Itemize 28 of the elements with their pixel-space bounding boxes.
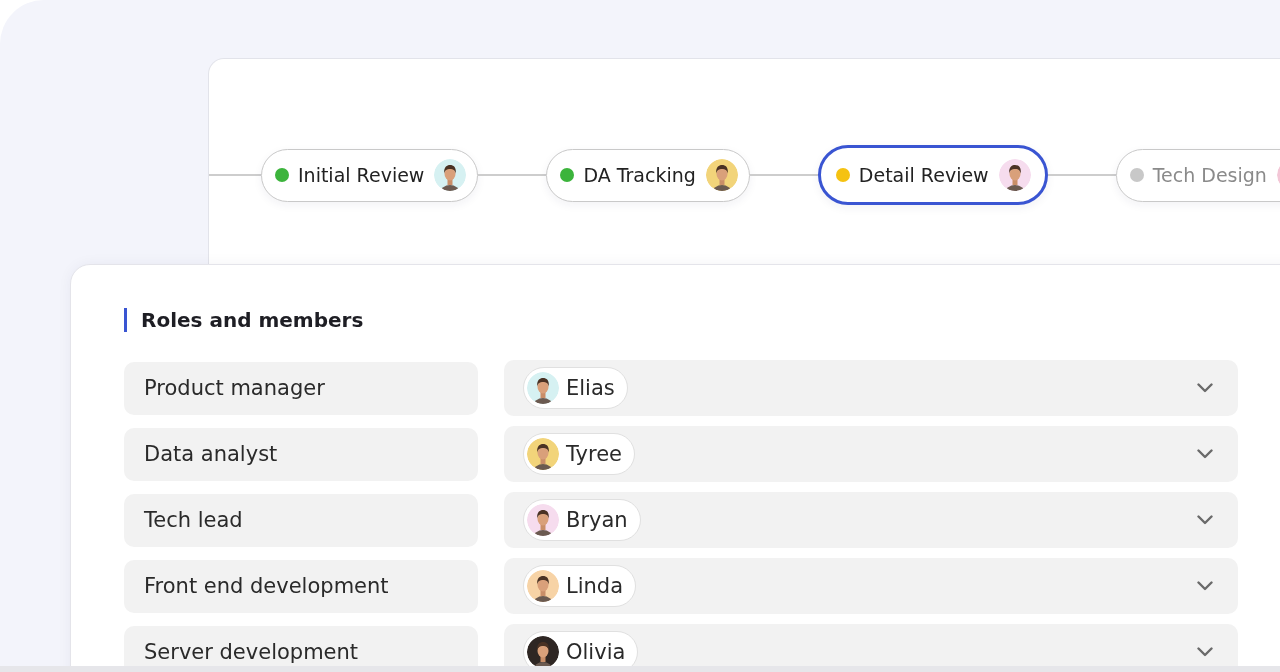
- chevron-down-icon: [1197, 449, 1213, 459]
- member-select[interactable]: Tyree: [504, 426, 1238, 482]
- flow-step[interactable]: Initial Review: [261, 148, 479, 202]
- connector-line: [1047, 174, 1116, 176]
- flow-step[interactable]: DA Tracking: [546, 148, 750, 202]
- role-label: Product manager: [124, 361, 478, 415]
- member-name: Linda: [566, 573, 624, 599]
- member-name: Bryan: [566, 507, 628, 533]
- flow-step[interactable]: Detail Review: [817, 145, 1048, 205]
- chevron-down-icon: [1197, 647, 1213, 657]
- chevron-down-icon: [1197, 515, 1213, 525]
- role-label: Server development: [124, 625, 478, 666]
- connector-line: [478, 174, 547, 176]
- member-select[interactable]: Bryan: [504, 492, 1238, 548]
- member-select[interactable]: Elias: [504, 360, 1238, 416]
- member-name: Elias: [566, 375, 615, 401]
- chevron-down-icon: [1197, 581, 1213, 591]
- member-select[interactable]: Olivia: [504, 624, 1238, 666]
- chevron-down-icon: [1197, 383, 1213, 393]
- role-label: Data analyst: [124, 427, 478, 481]
- connector-line: [209, 174, 261, 176]
- role-label: Tech lead: [124, 493, 478, 547]
- connector-line: [749, 174, 818, 176]
- member-select[interactable]: Linda: [504, 558, 1238, 614]
- member-name: Tyree: [566, 441, 622, 467]
- role-label: Front end development: [124, 559, 478, 613]
- member-name: Olivia: [566, 639, 626, 665]
- section-title: Roles and members: [124, 308, 364, 332]
